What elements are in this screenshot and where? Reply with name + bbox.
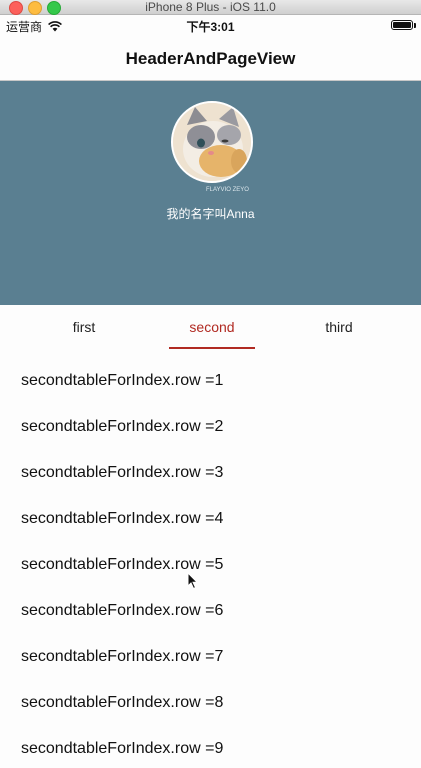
row-label: secondtableForIndex.row =2 [21, 418, 224, 435]
segment-tabs: first second third [0, 305, 421, 350]
cat-photo-icon [173, 103, 251, 181]
table-row[interactable]: secondtableForIndex.row =7 [0, 626, 421, 672]
table-row[interactable]: secondtableForIndex.row =4 [0, 488, 421, 534]
simulator-title: iPhone 8 Plus - iOS 11.0 [145, 0, 276, 14]
row-label: secondtableForIndex.row =8 [21, 694, 224, 711]
row-label: secondtableForIndex.row =6 [21, 602, 224, 619]
status-time: 下午3:01 [186, 20, 235, 34]
row-label: secondtableForIndex.row =7 [21, 648, 224, 665]
row-label: secondtableForIndex.row =4 [21, 510, 224, 527]
table-row[interactable]: secondtableForIndex.row =3 [0, 442, 421, 488]
avatar-watermark: FLAYVIO ZEYO [206, 187, 249, 193]
table-row[interactable]: secondtableForIndex.row =2 [0, 396, 421, 442]
user-name: 我的名字叫Anna [166, 207, 255, 221]
table-row[interactable]: secondtableForIndex.row =5 [0, 534, 421, 580]
tab-second[interactable]: second [162, 319, 262, 335]
table-row[interactable]: secondtableForIndex.row =1 [0, 350, 421, 396]
profile-header: FLAYVIO ZEYO 我的名字叫Anna [0, 81, 421, 305]
tab-third[interactable]: third [289, 319, 389, 335]
status-bar: 运营商 下午3:01 [0, 15, 421, 37]
mouse-pointer-icon [187, 571, 199, 595]
simulator-titlebar: iPhone 8 Plus - iOS 11.0 [0, 0, 421, 15]
table-view[interactable]: secondtableForIndex.row =1 secondtableFo… [0, 350, 421, 764]
battery-cap [414, 23, 416, 28]
tab-first[interactable]: first [34, 319, 134, 335]
row-label: secondtableForIndex.row =3 [21, 464, 224, 481]
row-label: secondtableForIndex.row =1 [21, 372, 224, 389]
table-row[interactable]: secondtableForIndex.row =9 [0, 718, 421, 764]
page-title: HeaderAndPageView [125, 49, 296, 68]
avatar[interactable] [171, 101, 253, 183]
row-label: secondtableForIndex.row =9 [21, 740, 224, 757]
table-row[interactable]: secondtableForIndex.row =6 [0, 580, 421, 626]
battery-icon [391, 20, 413, 30]
table-row[interactable]: secondtableForIndex.row =8 [0, 672, 421, 718]
navigation-bar: HeaderAndPageView [0, 37, 421, 81]
tab-indicator [169, 347, 255, 349]
